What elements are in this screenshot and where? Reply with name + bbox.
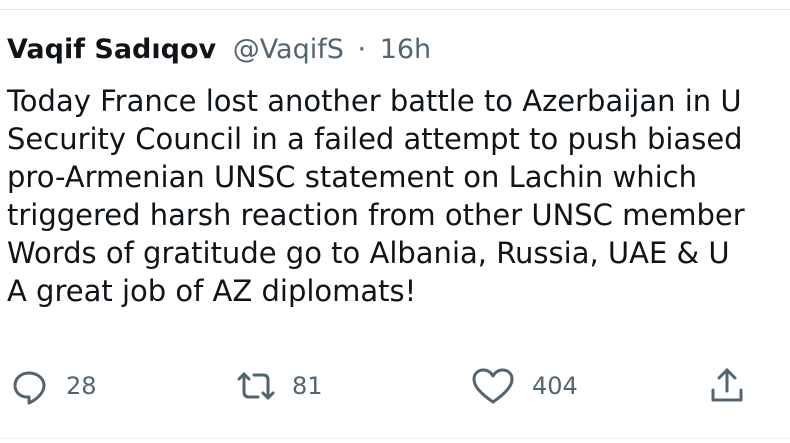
retweet-count: 81 (292, 372, 323, 400)
tweet-text: Today France lost another battle to Azer… (7, 82, 790, 310)
tweet-text-line: A great job of AZ diplomats! (7, 274, 417, 308)
tweet-card[interactable]: Vaqif Sadıqov @VaqifS · 16h Today France… (0, 0, 790, 443)
tweet-header: Vaqif Sadıqov @VaqifS · 16h (7, 30, 431, 70)
like-button[interactable]: 404 (470, 362, 578, 410)
tweet-text-line: Words of gratitude go to Albania, Russia… (7, 236, 730, 270)
tweet-text-line: Today France lost another battle to Azer… (7, 84, 742, 118)
reply-button[interactable]: 28 (10, 362, 97, 410)
like-count: 404 (532, 372, 578, 400)
share-upload-icon (708, 366, 746, 406)
retweet-arrows-icon (236, 366, 276, 406)
bottom-divider (0, 438, 790, 439)
tweet-text-line: pro-Armenian UNSC statement on Lachin wh… (7, 160, 697, 194)
tweet-text-line: Security Council in a failed attempt to … (7, 122, 743, 156)
retweet-button[interactable]: 81 (236, 362, 323, 410)
header-separator: · (357, 34, 367, 65)
share-button[interactable] (708, 362, 746, 410)
top-divider (0, 9, 790, 10)
heart-icon (470, 366, 516, 406)
reply-bubble-icon (10, 366, 50, 406)
tweet-action-bar: 28 81 404 (0, 362, 790, 410)
tweet-text-line: triggered harsh reaction from other UNSC… (7, 198, 745, 232)
author-handle[interactable]: @VaqifS (233, 34, 344, 65)
author-name[interactable]: Vaqif Sadıqov (7, 34, 216, 65)
reply-count: 28 (66, 372, 97, 400)
tweet-timestamp[interactable]: 16h (380, 34, 431, 65)
